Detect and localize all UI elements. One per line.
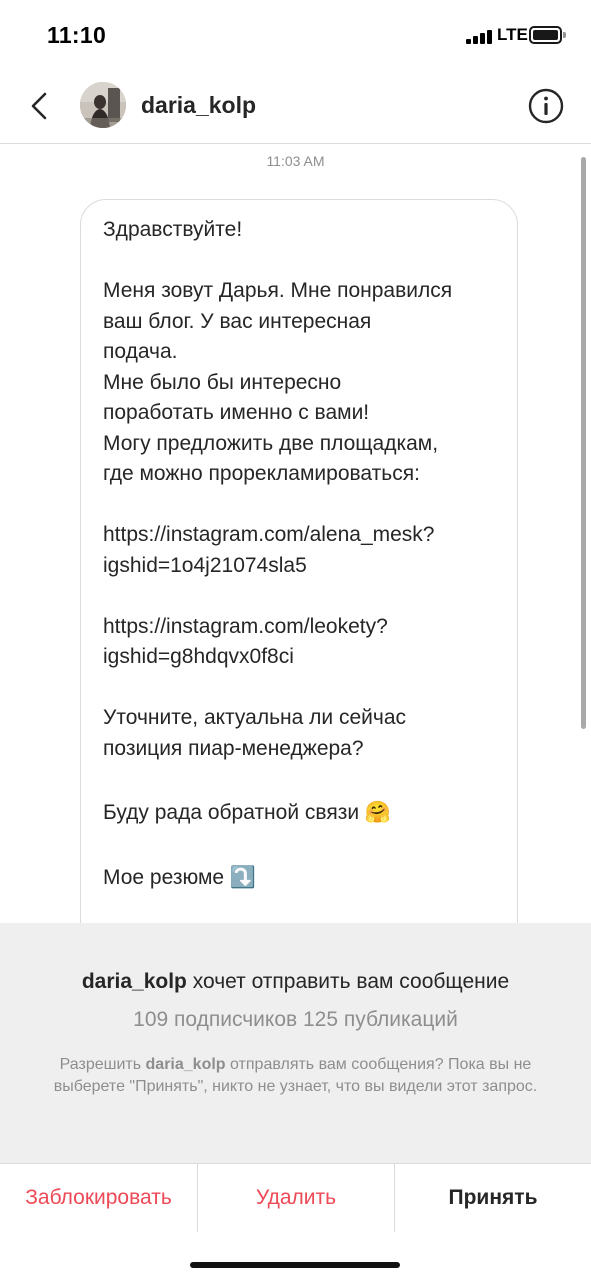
- info-button[interactable]: [527, 87, 565, 125]
- avatar[interactable]: [80, 82, 126, 128]
- request-title: daria_kolp хочет отправить вам сообщение: [0, 970, 591, 994]
- accept-button[interactable]: Принять: [394, 1164, 591, 1232]
- delete-button[interactable]: Удалить: [197, 1164, 394, 1232]
- message-paragraph: Уточните, актуальна ли сейчас позиция пи…: [103, 706, 406, 760]
- message-paragraph: Меня зовут Дарья. Мне понравился ваш бло…: [103, 279, 453, 485]
- message-paragraph: Здравствуйте!: [103, 218, 243, 241]
- arrow-down-emoji: ⤵️: [229, 865, 257, 889]
- header-username[interactable]: daria_kolp: [141, 92, 256, 119]
- message-link[interactable]: https://instagram.com/alena_mesk? igshid…: [103, 520, 503, 581]
- hugging-face-emoji: 🤗: [364, 801, 392, 825]
- scrollbar[interactable]: [581, 157, 586, 729]
- back-button[interactable]: [22, 84, 62, 128]
- home-indicator[interactable]: [190, 1262, 400, 1268]
- status-time: 11:10: [47, 22, 107, 48]
- status-bar: 11:10 LTE: [0, 0, 591, 70]
- request-info-username: daria_kolp: [145, 1056, 226, 1073]
- chat-header: daria_kolp: [0, 70, 591, 144]
- block-button[interactable]: Заблокировать: [0, 1164, 197, 1232]
- message-timestamp: 11:03 AM: [266, 153, 325, 169]
- message-thread[interactable]: 11:03 AM Здравствуйте! Меня зовут Дарья.…: [0, 145, 591, 923]
- request-info: Разрешить daria_kolp отправлять вам сооб…: [40, 1054, 551, 1098]
- request-stats: 109 подписчиков 125 публикаций: [133, 1008, 458, 1031]
- chevron-left-icon: [31, 92, 47, 120]
- message-paragraph: Буду рада обратной связи 🤗: [103, 798, 503, 829]
- message-paragraph-text: Мое резюме: [103, 865, 225, 889]
- message-paragraph: Мое резюме ⤵️: [103, 863, 503, 894]
- message-paragraph-text: Буду рада обратной связи: [103, 801, 360, 824]
- request-info-text: Разрешить: [59, 1056, 146, 1073]
- network-type: LTE: [497, 25, 528, 44]
- message-request-panel: daria_kolp хочет отправить вам сообщение…: [0, 923, 591, 1165]
- info-icon: [528, 88, 564, 124]
- request-actions: Заблокировать Удалить Принять: [0, 1163, 591, 1233]
- battery-icon: [529, 26, 566, 44]
- request-title-text: хочет отправить вам сообщение: [186, 970, 510, 993]
- message-text: Здравствуйте! Меня зовут Дарья. Мне понр…: [103, 215, 503, 893]
- request-username[interactable]: daria_kolp: [82, 970, 187, 993]
- signal-icon: [466, 30, 496, 44]
- message-link[interactable]: https://instagram.com/leokety? igshid=g8…: [103, 612, 503, 673]
